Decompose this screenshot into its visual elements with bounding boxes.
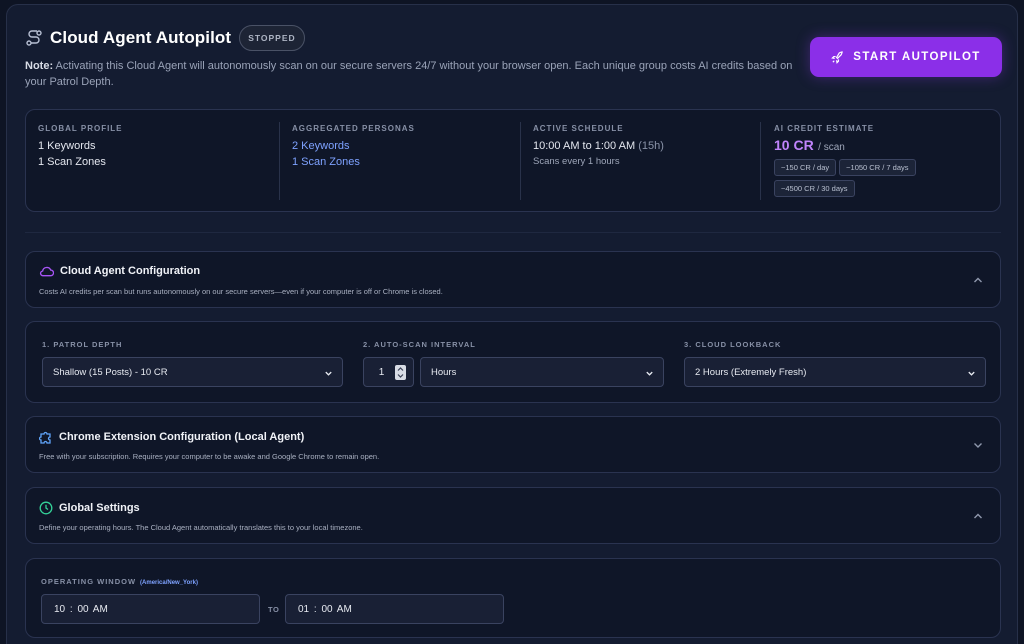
cloud-config-desc: Costs AI credits per scan but runs auton… [39,287,443,296]
global-settings-panel[interactable]: Global Settings Define your operating ho… [25,487,1001,544]
ai-credit-stat: AI CREDIT ESTIMATE 10 CR / scan ~150 CR … [774,124,994,197]
global-settings-title: Global Settings [59,502,140,514]
cloud-config-title: Cloud Agent Configuration [60,265,201,277]
credit-chip-day: ~150 CR / day [774,159,837,176]
personas-keywords-link[interactable]: 2 Keywords [292,140,415,153]
chevron-down-icon [968,371,975,376]
timezone-label: (America/New_York) [140,580,198,586]
puzzle-icon [39,431,51,444]
global-profile-stat: GLOBAL PROFILE 1 Keywords 1 Scan Zones [38,124,123,168]
interval-unit-select[interactable]: Hours [420,357,664,387]
patrol-depth-select[interactable]: Shallow (15 Posts) - 10 CR [42,357,343,387]
status-badge: STOPPED [239,25,305,51]
chevron-up-icon[interactable] [972,274,984,286]
stats-panel: GLOBAL PROFILE 1 Keywords 1 Scan Zones A… [25,109,1001,212]
personas-zones-link[interactable]: 1 Scan Zones [292,156,415,169]
cloud-lookback-select[interactable]: 2 Hours (Extremely Fresh) [684,357,986,387]
operating-window-panel: OPERATING WINDOW (America/New_York) 10 : … [25,558,1001,638]
to-label: TO [268,605,280,614]
operating-window-label: OPERATING WINDOW [41,577,137,586]
header: Cloud Agent Autopilot STOPPED Note: Acti… [25,24,805,90]
aggregated-personas-stat: AGGREGATED PERSONAS 2 Keywords 1 Scan Zo… [292,124,415,169]
chrome-config-desc: Free with your subscription. Requires yo… [39,452,380,461]
chevron-down-icon [646,371,653,376]
interval-number-stepper[interactable]: 1 [363,357,414,387]
start-time-input[interactable]: 10 : 00 AM [41,594,260,624]
credit-chip-month: ~4500 CR / 30 days [774,180,855,197]
global-settings-desc: Define your operating hours. The Cloud A… [39,523,363,532]
rocket-icon [831,50,843,64]
cloud-icon [39,266,54,277]
end-time-input[interactable]: 01 : 00 AM [285,594,504,624]
chevron-up-icon[interactable] [972,510,984,522]
page-title: Cloud Agent Autopilot [50,28,232,47]
chevron-down-icon [325,371,332,376]
route-icon [25,29,43,47]
credit-chip-week: ~1050 CR / 7 days [839,159,916,176]
patrol-settings-panel: 1. PATROL DEPTH Shallow (15 Posts) - 10 … [25,321,1001,403]
section-divider [25,232,1001,233]
clock-icon [39,501,53,515]
autopilot-note: Note: Activating this Cloud Agent will a… [25,60,793,88]
cloud-config-panel[interactable]: Cloud Agent Configuration Costs AI credi… [25,251,1001,308]
start-autopilot-button[interactable]: START AUTOPILOT [810,37,1002,77]
chrome-config-title: Chrome Extension Configuration (Local Ag… [59,431,305,443]
chevron-down-icon[interactable] [972,439,984,451]
active-schedule-stat: ACTIVE SCHEDULE 10:00 AM to 1:00 AM (15h… [533,124,664,167]
spin-arrows-icon[interactable] [395,365,406,380]
chrome-config-panel[interactable]: Chrome Extension Configuration (Local Ag… [25,416,1001,473]
